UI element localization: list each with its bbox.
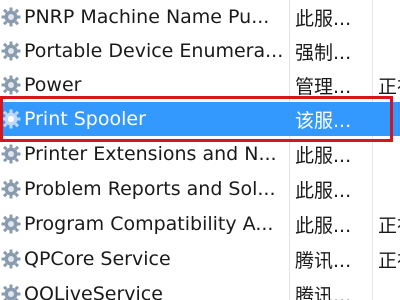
service-row-selected[interactable]: Print Spooler 该服... (0, 102, 400, 136)
gear-icon (1, 41, 21, 61)
service-description: 此服... (295, 179, 352, 202)
service-name: QPCore Service (24, 248, 171, 270)
service-description: 腾讯... (295, 249, 352, 272)
service-name: Print Spooler (24, 108, 146, 130)
service-row[interactable]: Power 管理... 正在 (0, 68, 400, 102)
service-name: Portable Device Enumera... (24, 40, 284, 62)
service-name: Program Compatibility A... (24, 213, 274, 235)
services-list: PNRP Machine Name Pu... 此服... Portable Dev… (0, 0, 400, 300)
service-name: PNRP Machine Name Pu... (24, 6, 270, 28)
service-row[interactable]: Problem Reports and Sol... 此服... (0, 172, 400, 206)
gear-icon (1, 144, 21, 164)
service-name: Printer Extensions and N... (24, 143, 277, 165)
service-name: QQLiveService (24, 283, 163, 300)
service-description: 强制... (295, 41, 352, 64)
service-row[interactable]: PNRP Machine Name Pu... 此服... (0, 0, 400, 34)
service-description: 腾讯... (295, 284, 352, 300)
service-row[interactable]: QPCore Service 腾讯... 正在 (0, 242, 400, 276)
service-status: 正在 (378, 75, 400, 98)
gear-icon (1, 109, 21, 129)
service-description: 此服... (295, 214, 352, 237)
service-description: 该服... (295, 109, 352, 132)
service-status: 正在 (378, 214, 400, 237)
service-row[interactable]: Portable Device Enumera... 强制... (0, 34, 400, 68)
gear-icon (1, 7, 21, 27)
service-name: Power (24, 74, 82, 96)
service-row[interactable]: Program Compatibility A... 此服... 正在 (0, 207, 400, 241)
service-name: Problem Reports and Sol... (24, 178, 276, 200)
gear-icon (1, 284, 21, 300)
gear-icon (1, 214, 21, 234)
service-description: 管理... (295, 75, 352, 98)
gear-icon (1, 249, 21, 269)
service-description: 此服... (295, 144, 352, 167)
service-row[interactable]: QQLiveService 腾讯... (0, 277, 400, 300)
service-status: 正在 (378, 249, 400, 272)
service-row[interactable]: Printer Extensions and N... 此服... (0, 137, 400, 171)
gear-icon (1, 179, 21, 199)
service-description: 此服... (295, 7, 352, 30)
gear-icon (1, 75, 21, 95)
